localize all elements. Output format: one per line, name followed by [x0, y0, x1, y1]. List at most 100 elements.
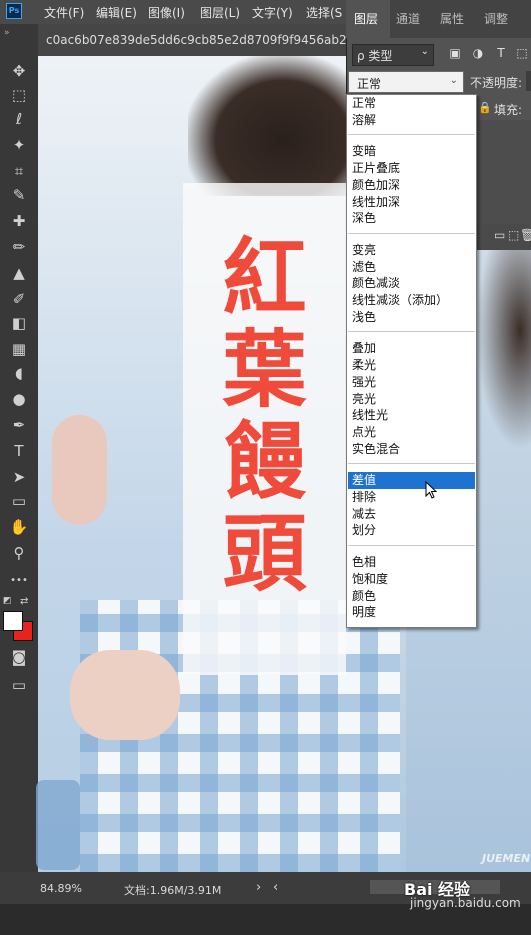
menu-separator [348, 232, 475, 234]
foreground-color-swatch[interactable] [3, 611, 23, 631]
menu-image[interactable]: 图像(I) [148, 4, 185, 21]
canvas-watermark: JUEMEN [482, 852, 531, 865]
new-group-icon[interactable]: ▭ [494, 228, 505, 242]
zoom-level[interactable]: 84.89% [40, 882, 82, 895]
blend-option[interactable]: 明度 [348, 604, 475, 621]
mouse-pointer-icon [425, 481, 437, 499]
blend-option[interactable]: 颜色 [348, 588, 475, 605]
screen-mode-icon[interactable]: ▭ [6, 674, 32, 696]
filter-label: ρ 类型 [357, 49, 393, 63]
status-prev-icon[interactable]: ‹ [273, 880, 278, 895]
blend-option[interactable]: 深色 [348, 210, 475, 227]
type-filter-icon[interactable]: T [493, 44, 509, 62]
menu-edit[interactable]: 编辑(E) [96, 4, 137, 21]
blend-option[interactable]: 减去 [348, 506, 475, 523]
chevron-down-icon: ⌄ [420, 46, 429, 57]
delete-layer-icon[interactable]: 🗑 [520, 228, 531, 242]
shape-filter-icon[interactable]: ⬚ [514, 44, 530, 62]
default-colors-icon[interactable]: ◩ [3, 596, 12, 606]
quick-mask-icon[interactable]: ◙ [6, 646, 32, 668]
title-char-4: 頭 [222, 505, 307, 603]
title-char-3: 饅 [222, 413, 307, 511]
dodge-icon[interactable]: ● [6, 388, 32, 410]
type-icon[interactable]: T [6, 440, 32, 462]
blur-icon[interactable]: ◖ [6, 362, 32, 384]
tab-layers[interactable]: 图层 [354, 10, 378, 27]
marquee-icon[interactable]: ⬚ [6, 84, 32, 106]
photoshop-logo: Ps [6, 3, 22, 19]
photo-hair [188, 56, 346, 196]
blend-option[interactable]: 变暗 [348, 143, 475, 160]
title-char-2: 葉 [222, 321, 307, 419]
blend-option[interactable]: 叠加 [348, 340, 475, 357]
pen-icon[interactable]: ✒ [6, 414, 32, 436]
blend-option[interactable]: 划分 [348, 522, 475, 539]
menu-separator [348, 331, 475, 333]
fill-label: 填充: [494, 103, 523, 117]
photo-hand [70, 650, 180, 740]
layer-filter-select[interactable]: ρ 类型 ⌄ [352, 44, 434, 66]
crop-icon[interactable]: ⌗ [6, 160, 32, 182]
eraser-icon[interactable]: ◧ [6, 312, 32, 334]
collapse-toolbar-icon[interactable]: » [4, 28, 10, 38]
tab-adjustments[interactable]: 调整 [484, 10, 508, 27]
blend-option[interactable]: 正常 [348, 95, 475, 112]
path-select-icon[interactable]: ➤ [6, 466, 32, 488]
blend-option[interactable]: 线性加深 [348, 194, 475, 211]
tab-properties[interactable]: 属性 [440, 10, 464, 27]
blend-option[interactable]: 滤色 [348, 259, 475, 276]
blend-option[interactable]: 色相 [348, 554, 475, 571]
menu-type[interactable]: 文字(Y) [252, 4, 293, 21]
magic-wand-icon[interactable]: ✦ [6, 134, 32, 156]
new-layer-icon[interactable]: ⬚ [508, 228, 519, 242]
swap-colors-icon[interactable]: ⇄ [20, 596, 28, 607]
blend-option[interactable]: 线性光 [348, 407, 475, 424]
baidu-jingyan-url: jingyan.baidu.com [410, 896, 521, 910]
menu-separator [348, 463, 475, 465]
document-tab[interactable]: c0ac6b07e839de5dd6c9cb85e2d8709f9f9456ab… [38, 24, 377, 56]
blend-option[interactable]: 颜色加深 [348, 177, 475, 194]
blend-option[interactable]: 饱和度 [348, 571, 475, 588]
photo-bottle [36, 780, 80, 870]
menu-separator [348, 545, 475, 547]
opacity-input[interactable] [526, 71, 531, 91]
lasso-icon[interactable]: ℓ [6, 108, 32, 130]
tab-channels[interactable]: 通道 [396, 10, 420, 27]
zoom-icon[interactable]: ⚲ [6, 542, 32, 564]
blend-option[interactable]: 排除 [348, 489, 475, 506]
hand-icon[interactable]: ✋ [6, 516, 32, 538]
blend-option[interactable]: 亮光 [348, 391, 475, 408]
adjustment-filter-icon[interactable]: ◑ [470, 44, 486, 62]
blend-mode-select[interactable]: 正常 ⌄ [348, 71, 464, 93]
blend-option[interactable]: 强光 [348, 374, 475, 391]
more-icon[interactable]: ••• [6, 570, 32, 592]
blend-option[interactable]: 差值 [348, 472, 475, 489]
lock-icon[interactable]: 🔒 [478, 101, 492, 114]
document-tab-title: c0ac6b07e839de5dd6c9cb85e2d8709f9f9456ab… [46, 33, 377, 47]
blend-option[interactable]: 正片叠底 [348, 160, 475, 177]
opacity-label: 不透明度: [470, 76, 523, 90]
shape-icon[interactable]: ▭ [6, 490, 32, 512]
brush-icon[interactable]: ✏ [6, 236, 32, 258]
status-next-icon[interactable]: › [256, 880, 261, 895]
blend-option[interactable]: 实色混合 [348, 441, 475, 458]
title-char-1: 紅 [222, 229, 307, 327]
blend-option[interactable]: 线性减淡（添加） [348, 292, 475, 309]
history-brush-icon[interactable]: ✐ [6, 288, 32, 310]
blend-option[interactable]: 浅色 [348, 309, 475, 326]
blend-option[interactable]: 溶解 [348, 112, 475, 129]
gradient-icon[interactable]: ▦ [6, 338, 32, 360]
menu-separator [348, 134, 475, 136]
menu-file[interactable]: 文件(F) [44, 4, 84, 21]
move-icon[interactable]: ✥ [6, 60, 32, 82]
menu-select[interactable]: 选择(S [306, 4, 342, 21]
blend-option[interactable]: 颜色减淡 [348, 275, 475, 292]
eyedropper-icon[interactable]: ✎ [6, 184, 32, 206]
healing-icon[interactable]: ✚ [6, 210, 32, 232]
stamp-icon[interactable]: ▲ [6, 262, 32, 284]
blend-option[interactable]: 柔光 [348, 357, 475, 374]
blend-option[interactable]: 变亮 [348, 242, 475, 259]
menu-layer[interactable]: 图层(L) [200, 4, 240, 21]
blend-option[interactable]: 点光 [348, 424, 475, 441]
pixel-filter-icon[interactable]: ▣ [447, 44, 463, 62]
